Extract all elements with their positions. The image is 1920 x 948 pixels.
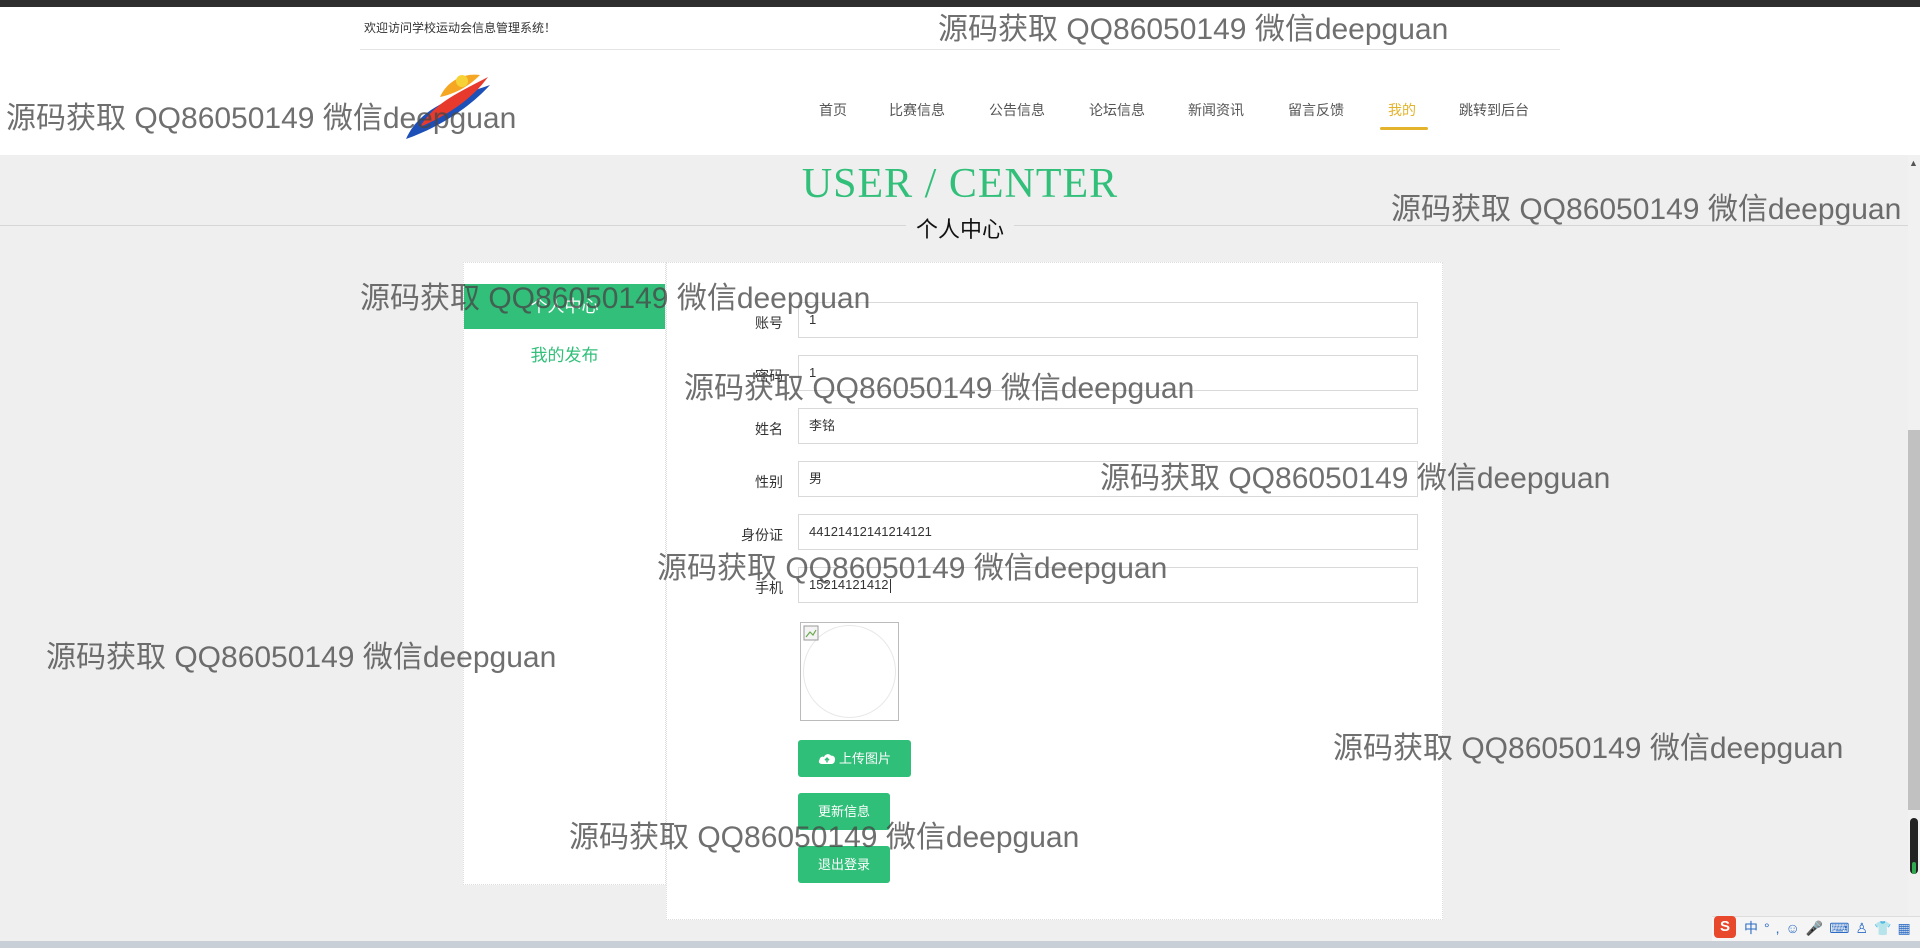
sogou-ime-icon[interactable]: S xyxy=(1714,916,1736,938)
nav-announcements[interactable]: 公告信息 xyxy=(989,100,1045,120)
skin-icon[interactable]: 👕 xyxy=(1874,920,1897,936)
broken-image-icon xyxy=(803,625,819,641)
header-divider xyxy=(360,49,1560,50)
gender-select[interactable]: 男 xyxy=(798,461,1418,497)
main-nav: 首页 比赛信息 公告信息 论坛信息 新闻资讯 留言反馈 我的 跳转到后台 xyxy=(0,100,1920,130)
logout-button[interactable]: 退出登录 xyxy=(798,846,890,883)
menu-grid-icon[interactable]: ▦ xyxy=(1897,920,1916,936)
nav-mine[interactable]: 我的 xyxy=(1388,100,1416,120)
name-field[interactable]: 李铭 xyxy=(798,408,1418,444)
page-title-en: USER / CENTER xyxy=(801,161,1119,207)
sidebar: 个人中心 我的发布 xyxy=(463,262,666,885)
window-top-bar xyxy=(0,0,1920,7)
user-icon[interactable]: ♙ xyxy=(1855,920,1874,936)
sidebar-item-user-center[interactable]: 个人中心 xyxy=(464,284,665,329)
nav-admin[interactable]: 跳转到后台 xyxy=(1459,100,1529,120)
punctuation-icon[interactable]: °, xyxy=(1764,920,1786,936)
site-header: 欢迎访问学校运动会信息管理系统！ xyxy=(0,7,1920,155)
ime-language-indicator[interactable]: 中 xyxy=(1744,920,1764,936)
nav-forum[interactable]: 论坛信息 xyxy=(1089,100,1145,120)
page-scrollbar-thumb[interactable] xyxy=(1908,430,1920,810)
cloud-upload-icon xyxy=(818,754,836,764)
phone-value: 15214121412 xyxy=(809,577,889,592)
phone-field[interactable]: 15214121412 xyxy=(798,567,1418,603)
id-card-label: 身份证 xyxy=(741,527,783,543)
phone-label: 手机 xyxy=(755,580,783,596)
sidebar-item-my-posts[interactable]: 我的发布 xyxy=(464,341,665,366)
id-card-field[interactable]: 44121412141214121 xyxy=(798,514,1418,550)
gender-label: 性别 xyxy=(755,474,783,490)
nav-feedback[interactable]: 留言反馈 xyxy=(1288,100,1344,120)
ime-toolbar-icons: 中°,☺🎤⌨♙👕▦ xyxy=(1744,918,1917,938)
avatar xyxy=(800,622,899,721)
taskbar-edge xyxy=(0,941,1920,948)
welcome-text: 欢迎访问学校运动会信息管理系统！ xyxy=(364,21,557,35)
nav-matches[interactable]: 比赛信息 xyxy=(889,100,945,120)
side-widget-indicator xyxy=(1912,862,1916,874)
microphone-icon[interactable]: 🎤 xyxy=(1806,920,1829,936)
update-info-button[interactable]: 更新信息 xyxy=(798,793,890,830)
upload-image-button[interactable]: 上传图片 xyxy=(798,740,911,777)
scroll-up-arrow-icon[interactable]: ▲ xyxy=(1909,158,1918,168)
page-title-cn-wrap: 个人中心 xyxy=(0,212,1920,244)
page-title-cn: 个人中心 xyxy=(905,217,1014,242)
nav-news[interactable]: 新闻资讯 xyxy=(1188,100,1244,120)
upload-image-label: 上传图片 xyxy=(838,751,891,766)
text-cursor xyxy=(889,578,891,593)
account-label: 账号 xyxy=(755,315,783,331)
password-field[interactable]: 1 xyxy=(798,355,1418,391)
account-field[interactable]: 1 xyxy=(798,302,1418,338)
name-label: 姓名 xyxy=(755,421,783,437)
password-label: 密码 xyxy=(755,368,783,384)
keyboard-icon[interactable]: ⌨ xyxy=(1829,920,1855,936)
nav-active-indicator xyxy=(1380,127,1428,130)
emoji-icon[interactable]: ☺ xyxy=(1786,920,1806,936)
nav-home[interactable]: 首页 xyxy=(819,100,847,120)
